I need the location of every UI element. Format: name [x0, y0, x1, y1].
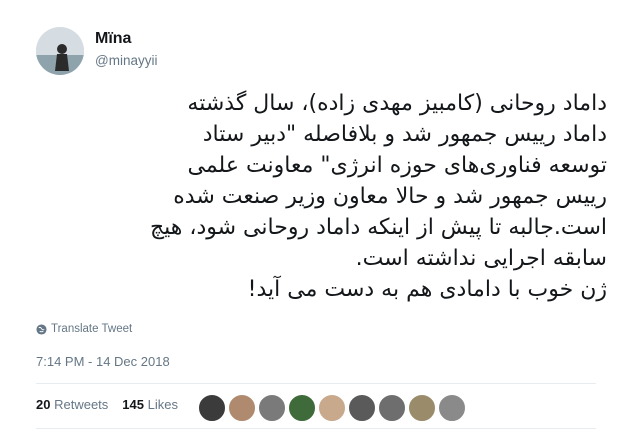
likes-stat[interactable]: 145 Likes [122, 397, 178, 412]
tweet-card: Mïna @minayyii داماد روحانی (کامبیز مهدی… [0, 0, 625, 438]
tweet-line: توسعه فناوری‌های حوزه انرژی" معاونت علمی [187, 153, 607, 178]
translate-tweet-link[interactable]: Translate Tweet [36, 323, 132, 335]
tweet-line: رییس جمهور شد و حالا معاون وزیر صنعت شده [173, 184, 607, 209]
liker-avatars [198, 394, 466, 422]
tweet-stats: 20 Retweets 145 Likes [36, 397, 178, 412]
liker-avatar[interactable] [258, 394, 286, 422]
user-avatar[interactable] [36, 27, 84, 75]
user-handle[interactable]: @minayyii [95, 53, 157, 68]
liker-avatar[interactable] [438, 394, 466, 422]
liker-avatar[interactable] [228, 394, 256, 422]
retweets-count: 20 [36, 397, 51, 412]
liker-avatar[interactable] [198, 394, 226, 422]
retweets-label: Retweets [54, 397, 109, 412]
translate-label: Translate Tweet [51, 323, 133, 335]
liker-avatar[interactable] [348, 394, 376, 422]
globe-icon [36, 323, 47, 335]
tweet-line: سابقه اجرایی نداشته است. [355, 246, 607, 271]
liker-avatar[interactable] [318, 394, 346, 422]
likes-label: Likes [147, 397, 178, 412]
divider [36, 383, 596, 384]
retweets-stat[interactable]: 20 Retweets [36, 397, 108, 412]
liker-avatar[interactable] [378, 394, 406, 422]
tweet-line: داماد رییس جمهور شد و بلافاصله "دبیر ستا… [202, 122, 607, 147]
tweet-text: داماد روحانی (کامبیز مهدی زاده)، سال گذش… [25, 88, 607, 305]
tweet-timestamp[interactable]: 7:14 PM - 14 Dec 2018 [36, 354, 170, 369]
user-display-name[interactable]: Mïna [95, 30, 131, 48]
avatar-image [36, 27, 84, 75]
tweet-line: است.جالبه تا پیش از اینکه داماد روحانی ش… [149, 215, 607, 240]
liker-avatar[interactable] [288, 394, 316, 422]
tweet-line: ژن خوب با دامادی هم به دست می آید! [247, 277, 607, 302]
likes-count: 145 [122, 397, 144, 412]
tweet-line: داماد روحانی (کامبیز مهدی زاده)، سال گذش… [187, 91, 607, 116]
divider [36, 428, 596, 429]
liker-avatar[interactable] [408, 394, 436, 422]
